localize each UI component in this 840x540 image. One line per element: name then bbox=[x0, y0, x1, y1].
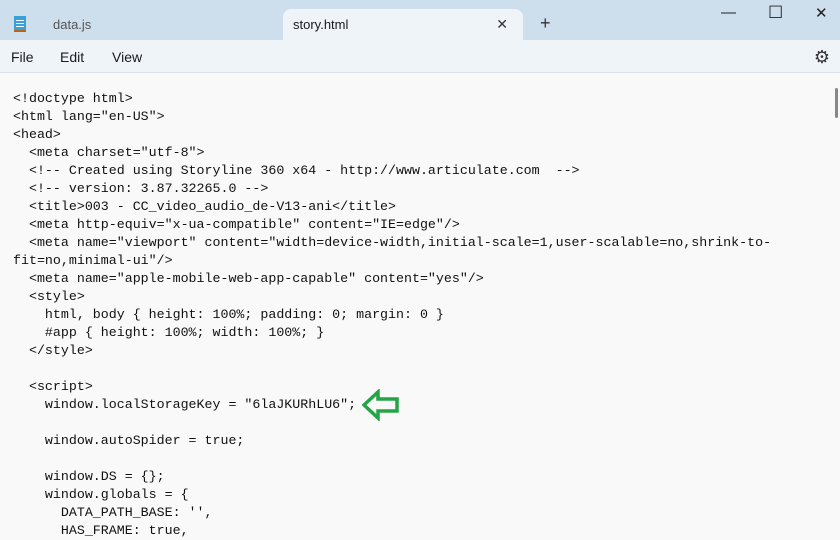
code-line: html, body { height: 100%; padding: 0; m… bbox=[13, 307, 444, 322]
code-line: <html lang="en-US"> bbox=[13, 109, 165, 124]
tab-label: data.js bbox=[53, 17, 92, 32]
code-line: <!-- version: 3.87.32265.0 --> bbox=[13, 181, 269, 196]
code-line: window.globals = { bbox=[13, 487, 189, 502]
tab-bar: data.js story.html ✕ + — ☐ ✕ bbox=[0, 0, 840, 40]
arrow-left-annotation-icon bbox=[362, 389, 399, 421]
tab-story-html[interactable]: story.html ✕ bbox=[283, 9, 523, 40]
new-tab-button[interactable]: + bbox=[540, 13, 551, 34]
code-line: <style> bbox=[13, 289, 85, 304]
code-line: DATA_PATH_BASE: '', bbox=[13, 505, 213, 520]
gear-icon[interactable]: ⚙ bbox=[814, 47, 830, 68]
close-tab-icon[interactable]: ✕ bbox=[496, 16, 508, 33]
menu-edit[interactable]: Edit bbox=[60, 49, 84, 65]
code-line: </style> bbox=[13, 343, 93, 358]
code-line: window.autoSpider = true; bbox=[13, 433, 245, 448]
maximize-button[interactable]: ☐ bbox=[768, 3, 783, 23]
scrollbar-thumb[interactable] bbox=[835, 88, 838, 118]
text-editor[interactable]: <!doctype html> <html lang="en-US"> <head>… bbox=[0, 74, 832, 539]
menu-view[interactable]: View bbox=[112, 49, 142, 65]
code-line: window.localStorageKey = "6laJKURhLU6"; bbox=[13, 397, 357, 412]
tab-data-js[interactable]: data.js bbox=[0, 9, 283, 40]
code-line: window.DS = {}; bbox=[13, 469, 165, 484]
code-line: fit=no,minimal-ui"/> bbox=[13, 253, 173, 268]
close-window-button[interactable]: ✕ bbox=[815, 4, 828, 22]
code-line: HAS_FRAME: true, bbox=[13, 523, 189, 538]
minimize-button[interactable]: — bbox=[721, 4, 736, 21]
menu-bar: File Edit View ⚙ bbox=[0, 40, 840, 73]
code-line: <script> bbox=[13, 379, 93, 394]
code-line: <!doctype html> bbox=[13, 91, 133, 106]
menu-file[interactable]: File bbox=[11, 49, 34, 65]
code-line: #app { height: 100%; width: 100%; } bbox=[13, 325, 325, 340]
code-line: <title>003 - CC_video_audio_de-V13-ani</… bbox=[13, 199, 397, 214]
code-line: <!-- Created using Storyline 360 x64 - h… bbox=[13, 163, 580, 178]
code-line: <meta name="apple-mobile-web-app-capable… bbox=[13, 271, 484, 286]
code-line: <meta http-equiv="x-ua-compatible" conte… bbox=[13, 217, 460, 232]
code-line: <meta name="viewport" content="width=dev… bbox=[13, 235, 772, 250]
code-line: <meta charset="utf-8"> bbox=[13, 145, 205, 160]
code-line: <head> bbox=[13, 127, 61, 142]
tab-label: story.html bbox=[293, 17, 349, 32]
